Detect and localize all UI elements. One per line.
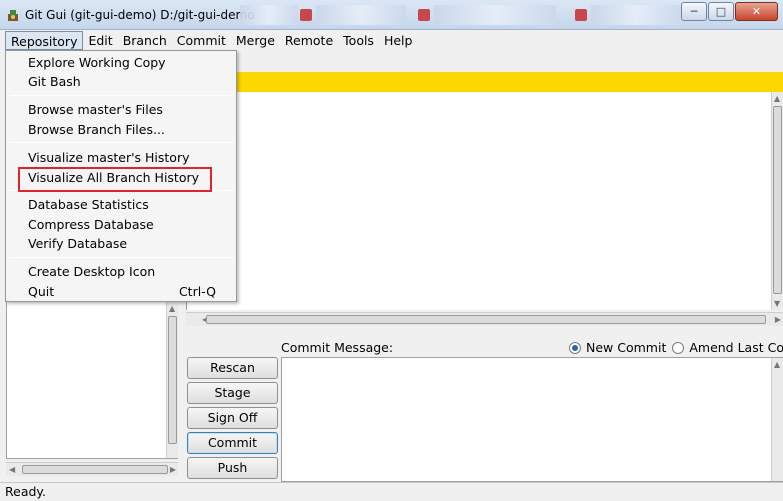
window-controls: ─ □ ✕ xyxy=(680,2,778,21)
menu-separator xyxy=(10,95,234,96)
menu-help[interactable]: Help xyxy=(379,31,418,50)
amend-commit-radio[interactable] xyxy=(672,341,685,354)
menu-item-browse-master-files[interactable]: Browse master's Files xyxy=(6,100,236,119)
menu-merge[interactable]: Merge xyxy=(231,31,280,50)
scroll-up-icon[interactable]: ▲ xyxy=(774,94,780,103)
close-button[interactable]: ✕ xyxy=(735,2,778,21)
menu-item-label: Quit xyxy=(28,284,55,299)
scroll-up-icon[interactable]: ▲ xyxy=(774,360,780,369)
staged-files-list[interactable] xyxy=(6,301,178,459)
scrollbar-thumb[interactable] xyxy=(206,315,766,324)
minimize-button[interactable]: ─ xyxy=(681,2,707,21)
diff-vertical-scrollbar[interactable]: ▲ ▼ xyxy=(771,92,783,310)
menu-item-label: Browse master's Files xyxy=(28,102,163,117)
blurred-taskbar-item xyxy=(591,5,681,25)
menu-item-label: Visualize master's History xyxy=(28,150,190,165)
menu-item-label: Verify Database xyxy=(28,236,128,251)
menu-item-git-bash[interactable]: Git Bash xyxy=(6,72,236,91)
menu-separator xyxy=(10,257,234,258)
new-commit-label[interactable]: New Commit xyxy=(586,340,666,355)
menu-item-label: Compress Database xyxy=(28,217,154,232)
rescan-button[interactable]: Rescan xyxy=(187,357,278,379)
blurred-taskbar-item xyxy=(434,5,556,25)
menu-item-visualize-master-history[interactable]: Visualize master's History xyxy=(6,148,236,167)
push-button[interactable]: Push xyxy=(187,457,278,479)
menu-item-label: Database Statistics xyxy=(28,197,149,212)
scrollbar-thumb[interactable] xyxy=(168,316,177,444)
scrollbar-thumb[interactable] xyxy=(773,106,782,294)
scroll-up-icon[interactable]: ▲ xyxy=(169,304,175,313)
menu-bar: Repository Edit Branch Commit Merge Remo… xyxy=(0,31,783,51)
minimize-icon: ─ xyxy=(690,5,698,18)
close-icon: ✕ xyxy=(751,5,762,18)
status-bar: Ready. xyxy=(0,482,783,501)
sign-off-button[interactable]: Sign Off xyxy=(187,407,278,429)
blurred-tab-icon xyxy=(300,9,312,21)
title-bar: Git Gui (git-gui-demo) D:/git-gui-demo ─… xyxy=(0,0,783,30)
scroll-right-icon[interactable]: ▶ xyxy=(170,465,176,474)
menu-edit[interactable]: Edit xyxy=(83,31,117,50)
menu-remote[interactable]: Remote xyxy=(280,31,338,50)
menu-repository[interactable]: Repository xyxy=(5,31,84,50)
commit-mode-options: New Commit Amend Last Commi xyxy=(569,340,783,355)
menu-item-verify-database[interactable]: Verify Database xyxy=(6,234,236,253)
diff-view[interactable] xyxy=(186,92,783,310)
stage-changed-button[interactable]: Stage Changed xyxy=(187,382,278,420)
menu-item-create-desktop-icon[interactable]: Create Desktop Icon xyxy=(6,262,236,281)
file-list-vertical-scrollbar[interactable]: ▲ xyxy=(166,302,178,458)
menu-commit[interactable]: Commit xyxy=(172,31,231,50)
menu-separator xyxy=(10,142,234,143)
amend-commit-label[interactable]: Amend Last Commi xyxy=(689,340,783,355)
new-commit-radio[interactable] xyxy=(569,341,581,354)
menu-branch[interactable]: Branch xyxy=(118,31,172,50)
menu-item-explore-working-copy[interactable]: Explore Working Copy xyxy=(6,53,236,72)
menu-item-label: Create Desktop Icon xyxy=(28,264,156,279)
menu-item-browse-branch-files[interactable]: Browse Branch Files... xyxy=(6,120,236,139)
repository-menu: Explore Working Copy Git Bash Browse mas… xyxy=(5,50,237,302)
scrollbar-thumb[interactable] xyxy=(22,465,168,474)
blurred-taskbar-item xyxy=(240,5,298,25)
diff-horizontal-scrollbar[interactable]: ◀ ▶ xyxy=(186,312,783,326)
scroll-left-icon[interactable]: ◀ xyxy=(9,465,15,474)
scroll-down-icon[interactable]: ▼ xyxy=(774,299,780,308)
maximize-button[interactable]: □ xyxy=(708,2,734,21)
file-list-horizontal-scrollbar[interactable]: ◀ ▶ xyxy=(6,462,178,476)
commit-message-scrollbar[interactable]: ▲ xyxy=(771,358,783,481)
menu-item-label: Browse Branch Files... xyxy=(28,122,165,137)
maximize-icon: □ xyxy=(715,5,727,18)
blurred-taskbar-item xyxy=(316,5,406,25)
window-title: Git Gui (git-gui-demo) D:/git-gui-demo xyxy=(25,8,255,22)
diff-header-bar xyxy=(186,72,783,92)
menu-tools[interactable]: Tools xyxy=(338,31,379,50)
menu-item-label: Explore Working Copy xyxy=(28,55,166,70)
annotation-highlight-box xyxy=(18,167,212,192)
menu-item-compress-database[interactable]: Compress Database xyxy=(6,215,236,234)
menu-item-quit[interactable]: Quit Ctrl-Q xyxy=(6,282,236,301)
commit-button[interactable]: Commit xyxy=(187,432,278,454)
blurred-tab-icon xyxy=(575,9,587,21)
blurred-tab-icon xyxy=(418,9,430,21)
menu-item-label: Git Bash xyxy=(28,74,81,89)
scroll-right-icon[interactable]: ▶ xyxy=(775,315,781,324)
menu-item-shortcut: Ctrl-Q xyxy=(178,284,216,299)
git-gui-icon xyxy=(8,10,18,21)
menu-item-database-statistics[interactable]: Database Statistics xyxy=(6,195,236,214)
commit-message-label: Commit Message: xyxy=(281,340,394,355)
commit-message-input[interactable] xyxy=(281,357,783,482)
